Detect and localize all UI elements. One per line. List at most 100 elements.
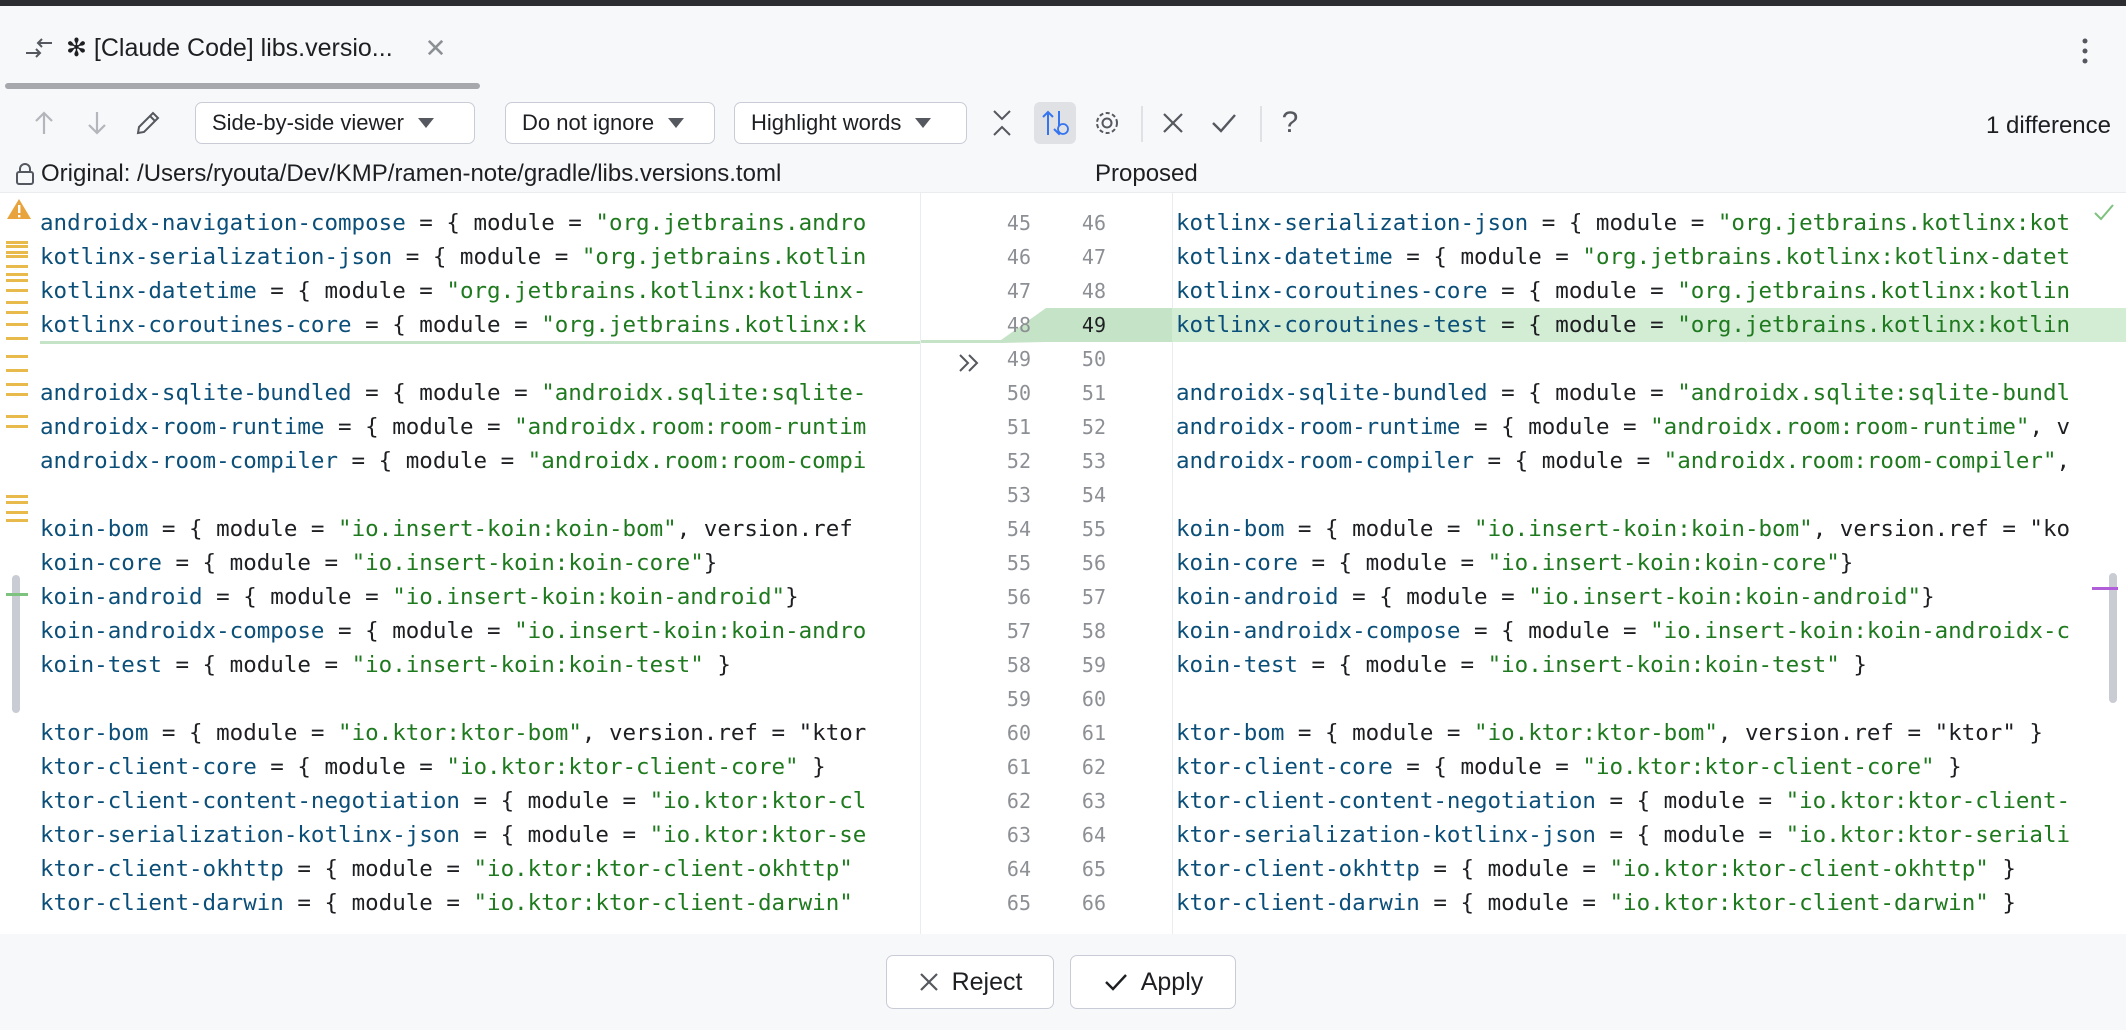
change-marker-stripe	[6, 383, 28, 386]
code-key: ktor-client-darwin	[1176, 890, 1420, 916]
code-key: ktor-client-okhttp	[1176, 856, 1420, 882]
code-punct: = { module =	[161, 550, 352, 576]
code-punct: = { module =	[1338, 584, 1529, 610]
change-marker-stripe	[6, 369, 28, 372]
code-line: ktor-client-content-negotiation = { modu…	[1176, 784, 2070, 818]
code-key: koin-bom	[40, 516, 149, 542]
code-string: "androidx.room:room-compiler"	[1663, 448, 2057, 474]
reject-button[interactable]: Reject	[886, 955, 1054, 1009]
left-line-number: 62	[1006, 789, 1031, 813]
code-line: kotlinx-serialization-json = { module = …	[40, 240, 866, 274]
previous-difference-icon[interactable]	[27, 106, 61, 140]
code-punct: = { module =	[1419, 856, 1610, 882]
proposed-label: Proposed	[1095, 160, 1198, 187]
code-string: "org.jetbrains.kotlin	[581, 244, 867, 270]
right-line-number: 51	[1081, 381, 1106, 405]
code-key: ktor-serialization-kotlinx-json	[40, 822, 460, 848]
code-key: ktor-client-darwin	[40, 890, 284, 916]
code-punct: = { module =	[1392, 244, 1583, 270]
right-scrollbar-thumb[interactable]	[2109, 573, 2117, 703]
code-punct: }	[703, 652, 731, 678]
code-line: ktor-bom = { module = "io.ktor:ktor-bom"…	[1176, 716, 2043, 750]
code-string: "io.insert-koin:koin-test"	[1487, 652, 1840, 678]
code-key: koin-bom	[1176, 516, 1285, 542]
viewer-mode-dropdown[interactable]: Side-by-side viewer	[195, 102, 475, 144]
proposed-code-pane[interactable]: kotlinx-serialization-json = { module = …	[1172, 193, 2126, 935]
action-footer: Reject Apply	[0, 934, 2126, 1030]
tab-title: ✻ [Claude Code] libs.versio...	[66, 34, 393, 62]
tab-active-indicator	[5, 83, 480, 89]
code-key: kotlinx-serialization-json	[1176, 210, 1529, 236]
code-line: androidx-room-runtime = { module = "andr…	[1176, 410, 2070, 444]
code-line: koin-bom = { module = "io.insert-koin:ko…	[1176, 512, 2070, 546]
code-line: ktor-client-okhttp = { module = "io.ktor…	[40, 852, 853, 886]
tab-close-icon[interactable]: ✕	[425, 33, 447, 64]
apply-button[interactable]: Apply	[1070, 955, 1236, 1009]
code-punct: }	[1988, 856, 2016, 882]
code-key: androidx-sqlite-bundled	[40, 380, 352, 406]
left-line-number: 57	[1006, 619, 1031, 643]
change-marker-stripe	[6, 265, 28, 268]
code-punct: , version.ref = "ktor	[581, 720, 867, 746]
sync-scroll-toggle-icon[interactable]	[1034, 102, 1076, 144]
code-key: koin-android	[40, 584, 203, 610]
code-key: koin-test	[1176, 652, 1298, 678]
code-string: "org.jetbrains.andro	[595, 210, 867, 236]
code-punct: = { module =	[392, 244, 582, 270]
code-key: kotlinx-serialization-json	[40, 244, 393, 270]
original-file-path: Original: /Users/ryouta/Dev/KMP/ramen-no…	[41, 160, 782, 187]
code-string: "io.insert-koin:koin-bom"	[338, 516, 677, 542]
tab-claude-code-diff[interactable]: ✻ [Claude Code] libs.versio... ✕	[22, 28, 446, 68]
code-line: ktor-client-darwin = { module = "io.ktor…	[1176, 886, 2016, 920]
code-line: ktor-serialization-kotlinx-json = { modu…	[1176, 818, 2070, 852]
code-punct: = { module =	[283, 890, 474, 916]
code-line: koin-android = { module = "io.insert-koi…	[40, 580, 799, 614]
change-marker-stripe	[6, 415, 28, 418]
reject-label: Reject	[951, 967, 1023, 996]
ignore-mode-dropdown[interactable]: Do not ignore	[505, 102, 715, 144]
change-marker-stripe	[6, 323, 28, 326]
viewer-mode-value: Side-by-side viewer	[212, 110, 404, 135]
code-line: ktor-client-core = { module = "io.ktor:k…	[1176, 750, 1962, 784]
settings-gear-icon[interactable]	[1090, 106, 1124, 140]
code-key: kotlinx-datetime	[1176, 244, 1393, 270]
code-punct: = { module =	[1460, 618, 1651, 644]
code-key: kotlinx-coroutines-core	[1176, 278, 1488, 304]
more-options-icon[interactable]	[2080, 36, 2090, 66]
code-punct: = { module =	[202, 584, 393, 610]
edit-pencil-icon[interactable]	[131, 106, 165, 140]
code-key: androidx-navigation-compose	[40, 210, 406, 236]
code-string: "io.ktor:ktor-client-darwin"	[473, 890, 853, 916]
highlight-mode-dropdown[interactable]: Highlight words	[734, 102, 967, 144]
original-pane-header: Original: /Users/ryouta/Dev/KMP/ramen-no…	[15, 156, 781, 192]
code-punct: }	[785, 584, 799, 610]
right-line-number: 55	[1081, 517, 1106, 541]
change-marker-stripe	[6, 289, 28, 292]
code-punct: = { module =	[405, 210, 596, 236]
collapse-unchanged-icon[interactable]	[985, 106, 1019, 140]
code-punct: = { module =	[1487, 278, 1678, 304]
change-marker-stripe	[6, 245, 28, 248]
code-string: "org.jetbrains.kotlinx:kot	[1717, 210, 2071, 236]
accept-check-icon[interactable]	[1207, 106, 1241, 140]
reject-x-icon[interactable]	[1156, 106, 1190, 140]
left-line-number: 64	[1006, 857, 1031, 881]
code-line: koin-test = { module = "io.insert-koin:k…	[1176, 648, 1867, 682]
code-string: "io.insert-koin:koin-bom"	[1474, 516, 1813, 542]
code-punct: = { module =	[324, 618, 515, 644]
next-difference-icon[interactable]	[80, 106, 114, 140]
code-line: ktor-client-okhttp = { module = "io.ktor…	[1176, 852, 2016, 886]
change-marker-stripe	[6, 495, 28, 498]
help-question-icon[interactable]: ?	[1273, 106, 1307, 140]
code-string: "io.ktor:ktor-client-core"	[446, 754, 799, 780]
code-punct: }	[1839, 550, 1854, 576]
code-string: "io.ktor:ktor-seriali	[1785, 822, 2071, 848]
left-line-number: 60	[1006, 721, 1031, 745]
code-punct: }	[1988, 890, 2016, 916]
code-string: "io.ktor:ktor-bom"	[1474, 720, 1718, 746]
code-line: kotlinx-datetime = { module = "org.jetbr…	[40, 274, 866, 308]
code-punct: = { module =	[148, 720, 339, 746]
chevron-down-icon	[915, 118, 932, 128]
code-line: koin-bom = { module = "io.insert-koin:ko…	[40, 512, 853, 546]
original-code-pane[interactable]: androidx-navigation-compose = { module =…	[0, 193, 920, 935]
